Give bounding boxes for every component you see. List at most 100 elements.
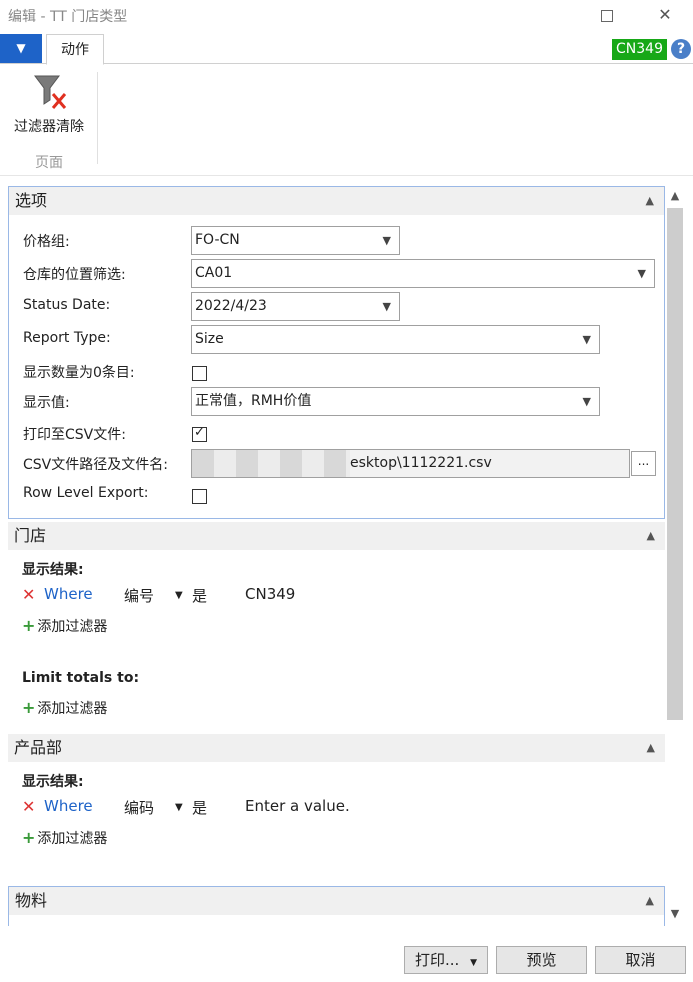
clear-filter-icon xyxy=(29,72,69,112)
store-fasttab: 门店 ▲ 显示结果: ✕ Where 编号 ▼ 是 CN349 + 添加过滤器 L… xyxy=(8,522,665,732)
browse-button[interactable]: ... xyxy=(631,451,656,476)
remove-filter-icon[interactable]: ✕ xyxy=(22,797,35,816)
vertical-scrollbar[interactable]: ▲ ▼ xyxy=(665,186,685,926)
tab-actions[interactable]: 动作 xyxy=(46,34,104,65)
checkmark-icon: ✓ xyxy=(194,425,205,440)
window-title: 编辑 - TT 门店类型 xyxy=(8,9,128,25)
chevron-down-icon: ▼ xyxy=(382,300,391,313)
dropdown-triangle-icon: ▼ xyxy=(16,41,26,55)
options-title: 选项 xyxy=(15,191,48,210)
show-zero-label: 显示数量为0条目: xyxy=(23,365,135,381)
location-filter-value: CA01 xyxy=(195,265,233,281)
dropdown-triangle-icon[interactable]: ▼ xyxy=(470,958,477,968)
status-date-value: 2022/4/23 xyxy=(195,298,267,314)
product-group-fasttab: 产品部 ▲ 显示结果: ✕ Where 编码 ▼ 是 Enter a value… xyxy=(8,734,665,874)
collapse-icon[interactable]: ▲ xyxy=(646,187,654,215)
options-fasttab: 选项 ▲ 价格组: FO-CN ▼ 仓库的位置筛选: CA01 ▼ Status… xyxy=(8,186,665,519)
product-group-title: 产品部 xyxy=(14,738,63,757)
csv-path-label: CSV文件路径及文件名: xyxy=(23,457,168,473)
collapse-icon[interactable]: ▲ xyxy=(647,522,655,550)
store-title: 门店 xyxy=(14,526,47,545)
status-date-label: Status Date: xyxy=(23,297,111,313)
clear-filter-label: 过滤器清除 xyxy=(14,119,84,135)
report-type-label: Report Type: xyxy=(23,330,111,346)
app-menu-button[interactable]: ▼ xyxy=(0,34,42,63)
product-group-header[interactable]: 产品部 ▲ xyxy=(8,734,665,762)
maximize-icon xyxy=(601,9,613,22)
product-group-add-filter[interactable]: + 添加过滤器 xyxy=(22,828,107,848)
price-group-label: 价格组: xyxy=(23,234,70,250)
product-group-show-results-label: 显示结果: xyxy=(22,774,84,790)
chevron-down-icon: ▼ xyxy=(637,267,646,280)
help-icon[interactable]: ? xyxy=(671,39,691,59)
csv-path-field[interactable]: esktop\1112221.csv xyxy=(191,449,630,478)
status-date-field[interactable]: 2022/4/23 ▼ xyxy=(191,292,400,321)
add-filter-label: 添加过滤器 xyxy=(37,619,108,635)
plus-icon: + xyxy=(22,698,36,717)
row-level-export-checkbox[interactable] xyxy=(192,489,207,504)
ribbon-tab-bar: ▼ 动作 CN349 ? xyxy=(0,34,693,65)
show-zero-checkbox[interactable] xyxy=(192,366,207,381)
item-title: 物料 xyxy=(15,891,48,910)
plus-icon: + xyxy=(22,828,36,847)
dropdown-triangle-icon[interactable]: ▼ xyxy=(175,797,183,819)
preview-button[interactable]: 预览 xyxy=(496,946,587,974)
options-header[interactable]: 选项 ▲ xyxy=(9,187,664,215)
limit-totals-label: Limit totals to: xyxy=(22,670,140,686)
price-group-field[interactable]: FO-CN ▼ xyxy=(191,226,400,255)
filter-where-label[interactable]: Where xyxy=(44,585,93,603)
collapse-icon[interactable]: ▲ xyxy=(647,734,655,762)
filter-operator: 是 xyxy=(192,587,208,605)
filter-value[interactable]: CN349 xyxy=(245,585,295,603)
display-value-field[interactable]: 正常值，RMH价值 ▼ xyxy=(191,387,600,416)
title-bar: 编辑 - TT 门店类型 ✕ xyxy=(0,0,693,32)
store-show-results-label: 显示结果: xyxy=(22,562,84,578)
print-button[interactable]: 打印... ▼ xyxy=(404,946,488,974)
item-header[interactable]: 物料 ▲ xyxy=(9,887,664,915)
dropdown-triangle-icon[interactable]: ▼ xyxy=(175,585,183,607)
price-group-value: FO-CN xyxy=(195,232,240,248)
location-filter-label: 仓库的位置筛选: xyxy=(23,267,126,283)
collapse-icon[interactable]: ▲ xyxy=(646,887,654,915)
company-badge: CN349 xyxy=(612,39,667,60)
item-fasttab: 物料 ▲ xyxy=(8,886,665,926)
add-filter-label: 添加过滤器 xyxy=(37,831,108,847)
ellipsis-icon: ... xyxy=(637,454,650,468)
store-header[interactable]: 门店 ▲ xyxy=(8,522,665,550)
maximize-button[interactable] xyxy=(592,2,622,28)
chevron-down-icon: ▼ xyxy=(582,395,591,408)
close-icon: ✕ xyxy=(658,5,672,24)
plus-icon: + xyxy=(22,616,36,635)
remove-filter-icon[interactable]: ✕ xyxy=(22,585,35,604)
clear-filter-button[interactable]: 过滤器清除 xyxy=(6,70,92,140)
scroll-down-icon[interactable]: ▼ xyxy=(665,904,685,924)
ribbon-group-separator xyxy=(97,72,98,164)
scroll-thumb[interactable] xyxy=(667,208,683,720)
filter-operator: 是 xyxy=(192,799,208,817)
filter-field-name[interactable]: 编号 xyxy=(124,585,154,606)
display-value-value: 正常值，RMH价值 xyxy=(195,393,312,409)
print-label: 打印... xyxy=(414,951,460,969)
filter-field-name[interactable]: 编码 xyxy=(124,797,154,818)
chevron-down-icon: ▼ xyxy=(382,234,391,247)
display-value-label: 显示值: xyxy=(23,395,70,411)
cancel-button[interactable]: 取消 xyxy=(595,946,686,974)
print-csv-checkbox[interactable]: ✓ xyxy=(192,425,207,442)
request-page-content: 选项 ▲ 价格组: FO-CN ▼ 仓库的位置筛选: CA01 ▼ Status… xyxy=(8,186,665,926)
redacted-path xyxy=(192,450,350,477)
report-type-value: Size xyxy=(195,331,224,347)
product-group-filter-row: ✕ Where 编码 ▼ 是 Enter a value. xyxy=(22,797,422,819)
store-add-filter[interactable]: + 添加过滤器 xyxy=(22,616,107,636)
ribbon-body: 过滤器清除 页面 xyxy=(0,64,693,176)
print-csv-label: 打印至CSV文件: xyxy=(23,427,126,443)
report-type-field[interactable]: Size ▼ xyxy=(191,325,600,354)
row-level-export-label: Row Level Export: xyxy=(23,485,149,501)
filter-value[interactable]: Enter a value. xyxy=(245,797,350,815)
close-button[interactable]: ✕ xyxy=(650,2,680,28)
location-filter-field[interactable]: CA01 ▼ xyxy=(191,259,655,288)
csv-path-value: esktop\1112221.csv xyxy=(350,455,492,471)
limit-totals-add-filter[interactable]: + 添加过滤器 xyxy=(22,698,107,718)
filter-where-label[interactable]: Where xyxy=(44,797,93,815)
scroll-up-icon[interactable]: ▲ xyxy=(665,186,685,206)
store-filter-row: ✕ Where 编号 ▼ 是 CN349 xyxy=(22,585,422,607)
